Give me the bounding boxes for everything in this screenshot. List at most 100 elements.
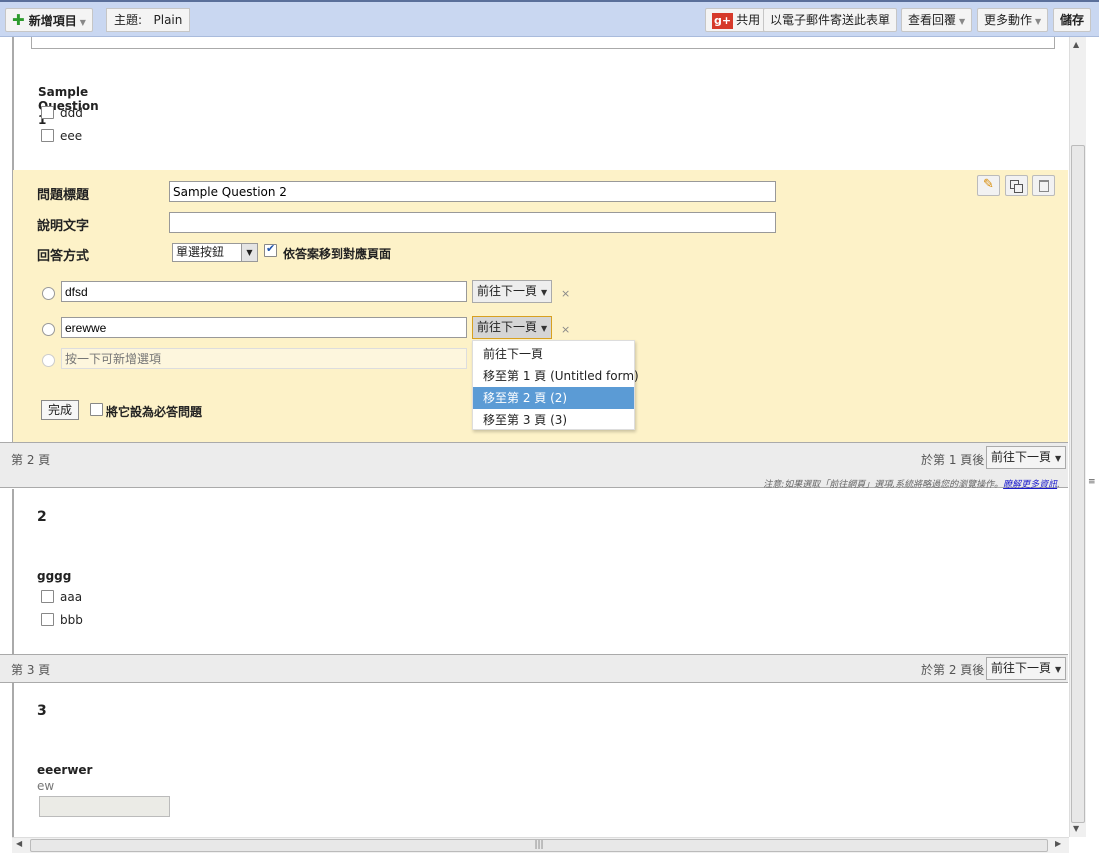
- checkbox[interactable]: [41, 129, 54, 142]
- checkbox[interactable]: [41, 106, 54, 119]
- goto-value: 前往下一頁: [477, 284, 538, 298]
- share-button[interactable]: g+ 共用: [705, 8, 768, 32]
- page-1-panel: Sample Question 1 ddd eee: [12, 37, 1055, 170]
- question-title: gggg: [37, 569, 72, 583]
- goto-page-checkbox[interactable]: ✔: [264, 242, 277, 257]
- view-responses-button[interactable]: 查看回覆 ▼: [901, 8, 973, 32]
- question-title-label: 問題標題: [37, 188, 90, 203]
- chevron-down-icon: ▼: [79, 18, 86, 27]
- page-break-3: 第 3 頁 於第 2 頁後 前往下一頁 ▼: [0, 654, 1068, 683]
- question-type-value: 單選按鈕: [176, 245, 225, 259]
- dropdown-item[interactable]: 移至第 3 頁 (3): [473, 409, 634, 431]
- more-actions-button[interactable]: 更多動作 ▼: [977, 8, 1049, 32]
- after-page-select[interactable]: 前往下一頁 ▼: [986, 446, 1066, 469]
- delete-button[interactable]: [1032, 175, 1055, 196]
- radio-button: [42, 354, 55, 367]
- chevron-down-icon: ▼: [541, 324, 548, 333]
- vertical-scroll-thumb[interactable]: [1071, 145, 1085, 823]
- dropdown-item-selected[interactable]: 移至第 2 頁 (2): [473, 387, 634, 409]
- goto-page-label: 依答案移到對應頁面: [283, 247, 392, 261]
- page-3-panel: 3 eeerwer ew: [12, 683, 170, 837]
- goto-dropdown-menu: 前往下一頁 移至第 1 頁 (Untitled form) 移至第 2 頁 (2…: [472, 340, 639, 431]
- page-2-panel: 2 gggg aaa bbb: [12, 489, 83, 654]
- theme-label: 主題:: [114, 13, 143, 27]
- after-page-label: 於第 1 頁後: [921, 453, 985, 467]
- answer-input[interactable]: [61, 317, 467, 338]
- theme-button[interactable]: 主題: Plain: [106, 8, 191, 32]
- chevron-down-icon: ▼: [541, 288, 548, 297]
- right-gutter: ≡: [1086, 37, 1099, 855]
- resize-handle-icon[interactable]: ≡: [1088, 477, 1096, 487]
- check-icon: ✔: [266, 242, 276, 255]
- help-text-input[interactable]: [169, 212, 776, 233]
- page-title: 2: [37, 509, 47, 525]
- checkbox[interactable]: [41, 613, 54, 626]
- radio-button: [42, 323, 55, 336]
- form-editor-content: Sample Question 1 ddd eee 問題標題 說明文字 回答方式…: [0, 37, 1068, 837]
- horizontal-scrollbar[interactable]: ◀ ||| ▶: [12, 837, 1069, 853]
- scroll-left-icon[interactable]: ◀: [16, 839, 22, 848]
- scroll-right-icon[interactable]: ▶: [1055, 839, 1061, 848]
- question-title-input[interactable]: [169, 181, 776, 202]
- question-title: eeerwer: [37, 763, 93, 777]
- share-label: 共用: [736, 13, 761, 27]
- toolbar: ✚ 新增項目 ▼ 主題: Plain g+ 共用 以電子郵件寄送此表單 查看回覆 ▼ …: [0, 0, 1099, 37]
- radio-button: [42, 287, 55, 300]
- theme-value: Plain: [153, 13, 183, 27]
- save-label: 儲存: [1060, 13, 1085, 27]
- text-answer-field[interactable]: [39, 796, 170, 817]
- horizontal-scroll-thumb[interactable]: |||: [30, 839, 1048, 852]
- chevron-down-icon: ▼: [959, 17, 966, 26]
- scroll-down-icon[interactable]: ▼: [1073, 824, 1079, 833]
- help-text-label: 說明文字: [37, 219, 90, 234]
- trash-icon: [1039, 180, 1049, 192]
- after-page-value: 前往下一頁: [991, 661, 1052, 675]
- vertical-scrollbar[interactable]: ▲ ▼: [1069, 37, 1086, 837]
- page-label: 第 2 頁: [11, 453, 51, 467]
- after-page-label: 於第 2 頁後: [921, 663, 985, 677]
- remove-option-icon[interactable]: ×: [561, 287, 570, 300]
- checkbox[interactable]: [41, 590, 54, 603]
- page-break-2: 第 2 頁 於第 1 頁後 前往下一頁 ▼ 注意:如果選取「前往網頁」選項,系統將…: [0, 442, 1068, 490]
- more-actions-label: 更多動作: [984, 13, 1033, 27]
- learn-more-link[interactable]: 瞭解更多資訊: [1003, 480, 1057, 490]
- page-label: 第 3 頁: [11, 663, 51, 677]
- after-page-select[interactable]: 前往下一頁 ▼: [986, 657, 1066, 680]
- goto-select[interactable]: 前往下一頁 ▼: [472, 316, 552, 339]
- google-plus-icon: g+: [712, 12, 734, 29]
- question-type-select[interactable]: 單選按鈕 ▼: [172, 243, 258, 262]
- required-checkbox[interactable]: [90, 403, 103, 416]
- required-label: 將它設為必答問題: [106, 405, 203, 419]
- chevron-down-icon: ▼: [1035, 17, 1042, 26]
- dropdown-item[interactable]: 前往下一頁: [473, 343, 634, 365]
- edit-button[interactable]: ✎: [977, 175, 1000, 196]
- goto-value: 前往下一頁: [477, 320, 538, 334]
- chevron-down-icon: ▼: [1055, 665, 1062, 674]
- page-note: 注意:如果選取「前往網頁」選項,系統將略過您的瀏覽操作。瞭解更多資訊.: [763, 480, 1060, 490]
- email-form-label: 以電子郵件寄送此表單: [770, 13, 891, 27]
- add-option-input[interactable]: [61, 348, 467, 369]
- chevron-down-icon: ▼: [1055, 454, 1062, 463]
- pencil-icon: ✎: [983, 177, 994, 192]
- new-item-label: 新增項目: [28, 14, 77, 28]
- question-type-label: 回答方式: [37, 249, 90, 264]
- save-button[interactable]: 儲存: [1053, 8, 1092, 32]
- dropdown-item[interactable]: 移至第 1 頁 (Untitled form): [473, 365, 639, 387]
- option-label: eee: [60, 129, 83, 143]
- email-form-button[interactable]: 以電子郵件寄送此表單: [763, 8, 898, 32]
- option-label: aaa: [60, 590, 83, 604]
- help-text: ew: [37, 779, 55, 793]
- scroll-up-icon[interactable]: ▲: [1073, 40, 1079, 49]
- remove-option-icon[interactable]: ×: [561, 323, 570, 336]
- chevron-down-icon: ▼: [241, 244, 257, 261]
- form-description-textarea[interactable]: [31, 37, 1055, 49]
- done-button[interactable]: 完成: [41, 400, 80, 420]
- new-item-button[interactable]: ✚ 新增項目 ▼: [5, 8, 93, 32]
- after-page-value: 前往下一頁: [991, 450, 1052, 464]
- answer-input[interactable]: [61, 281, 467, 302]
- goto-select[interactable]: 前往下一頁 ▼: [472, 280, 552, 303]
- duplicate-button[interactable]: [1005, 175, 1028, 196]
- option-label: bbb: [60, 613, 83, 627]
- view-responses-label: 查看回覆: [908, 13, 957, 27]
- option-label: ddd: [60, 106, 83, 120]
